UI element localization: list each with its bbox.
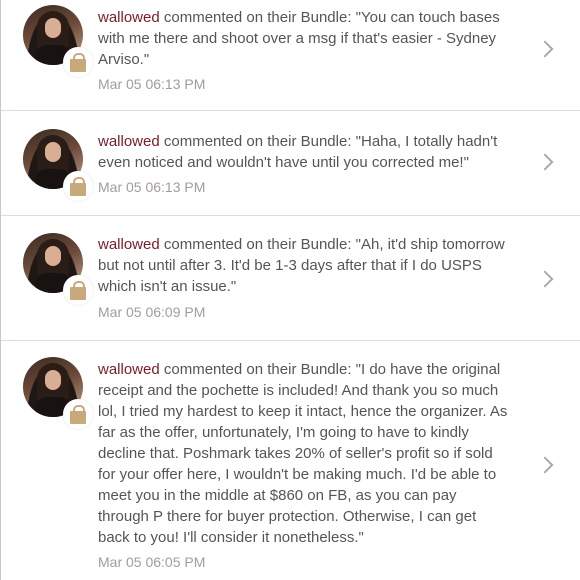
activity-item[interactable]: wallowed commented on their Bundle: "You…: [1, 0, 580, 111]
username-link[interactable]: wallowed: [98, 133, 160, 150]
shopping-bag-icon: [63, 275, 93, 305]
avatar-container: [23, 129, 93, 201]
timestamp: Mar 05 06:13 PM: [98, 76, 206, 92]
chevron-right-icon[interactable]: [536, 456, 554, 474]
avatar-container: [23, 5, 93, 77]
activity-item[interactable]: wallowed commented on their Bundle: "I d…: [1, 341, 580, 580]
comment-text: wallowed commented on their Bundle: "Ah,…: [98, 234, 508, 297]
timestamp: Mar 05 06:09 PM: [98, 304, 206, 320]
comment-text: wallowed commented on their Bundle: "You…: [98, 7, 508, 70]
avatar-container: [23, 233, 93, 305]
activity-item[interactable]: wallowed commented on their Bundle: "Hah…: [1, 111, 580, 216]
timestamp: Mar 05 06:13 PM: [98, 179, 206, 195]
action-text: commented on their Bundle:: [159, 133, 356, 150]
shopping-bag-icon: [63, 171, 93, 201]
username-link[interactable]: wallowed: [98, 236, 160, 253]
comment-text: wallowed commented on their Bundle: "Hah…: [98, 131, 508, 173]
timestamp: Mar 05 06:05 PM: [98, 554, 206, 570]
username-link[interactable]: wallowed: [98, 9, 160, 26]
chevron-right-icon[interactable]: [536, 153, 554, 171]
action-text: commented on their Bundle:: [159, 236, 356, 253]
chevron-right-icon[interactable]: [536, 270, 554, 288]
chevron-right-icon[interactable]: [536, 40, 554, 58]
activity-item[interactable]: wallowed commented on their Bundle: "Ah,…: [1, 216, 580, 341]
comment-body: "I do have the original receipt and the …: [98, 361, 508, 546]
activity-feed: wallowed commented on their Bundle: "You…: [0, 0, 580, 580]
action-text: commented on their Bundle:: [159, 9, 356, 26]
shopping-bag-icon: [63, 47, 93, 77]
comment-text: wallowed commented on their Bundle: "I d…: [98, 359, 508, 548]
avatar-container: [23, 357, 93, 429]
action-text: commented on their Bundle:: [159, 361, 356, 378]
username-link[interactable]: wallowed: [98, 361, 160, 378]
shopping-bag-icon: [63, 399, 93, 429]
